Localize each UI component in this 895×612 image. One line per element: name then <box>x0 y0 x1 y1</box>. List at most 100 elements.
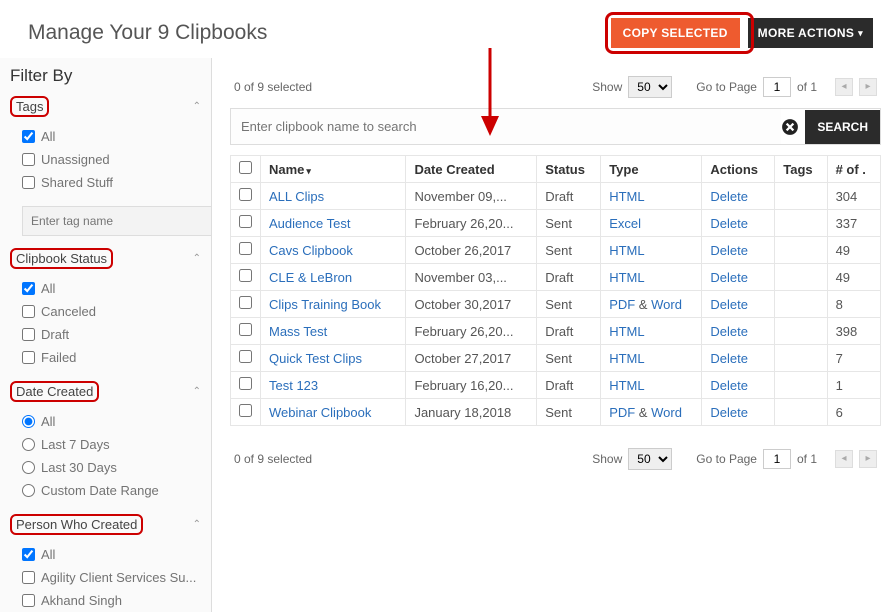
filter-checkbox[interactable] <box>22 594 35 607</box>
delete-link[interactable]: Delete <box>710 378 748 393</box>
clipbook-name-link[interactable]: Clips Training Book <box>269 297 381 312</box>
col-type[interactable]: Type <box>601 156 702 183</box>
chevron-up-icon: ⌃ <box>193 386 201 397</box>
prev-page-button-bottom[interactable]: ◂ <box>835 450 853 468</box>
page-size-select[interactable]: 50 <box>628 76 672 98</box>
filter-option[interactable]: Last 30 Days <box>22 456 201 479</box>
filter-checkbox[interactable] <box>22 328 35 341</box>
type-link[interactable]: Word <box>651 297 682 312</box>
type-link[interactable]: HTML <box>609 324 644 339</box>
row-checkbox[interactable] <box>239 269 252 282</box>
delete-link[interactable]: Delete <box>710 243 748 258</box>
copy-selected-button[interactable]: COPY SELECTED <box>611 18 740 48</box>
filter-option[interactable]: All <box>22 543 201 566</box>
clipbook-name-link[interactable]: Mass Test <box>269 324 327 339</box>
col-status[interactable]: Status <box>537 156 601 183</box>
clipbook-name-link[interactable]: Quick Test Clips <box>269 351 362 366</box>
filter-checkbox[interactable] <box>22 571 35 584</box>
type-link[interactable]: PDF <box>609 405 635 420</box>
filter-radio[interactable] <box>22 484 35 497</box>
clear-search-icon[interactable] <box>781 118 799 136</box>
next-page-button-bottom[interactable]: ▸ <box>859 450 877 468</box>
delete-link[interactable]: Delete <box>710 297 748 312</box>
filter-checkbox[interactable] <box>22 305 35 318</box>
type-link[interactable]: Word <box>651 405 682 420</box>
filter-option[interactable]: All <box>22 277 201 300</box>
filter-checkbox[interactable] <box>22 282 35 295</box>
row-checkbox[interactable] <box>239 323 252 336</box>
search-input[interactable] <box>231 109 781 144</box>
filter-checkbox[interactable] <box>22 548 35 561</box>
filter-checkbox[interactable] <box>22 130 35 143</box>
filter-section-person[interactable]: Person Who Created ⌃ <box>0 510 211 539</box>
filter-checkbox[interactable] <box>22 153 35 166</box>
page-size-select-bottom[interactable]: 50 <box>628 448 672 470</box>
table-row: Cavs ClipbookOctober 26,2017SentHTMLDele… <box>231 237 881 264</box>
clipbook-name-link[interactable]: Audience Test <box>269 216 350 231</box>
select-all-checkbox[interactable] <box>239 161 252 174</box>
cell-date: January 18,2018 <box>406 399 537 426</box>
row-checkbox[interactable] <box>239 404 252 417</box>
filter-option[interactable]: Last 7 Days <box>22 433 201 456</box>
type-link[interactable]: HTML <box>609 243 644 258</box>
col-actions[interactable]: Actions <box>702 156 775 183</box>
type-link[interactable]: HTML <box>609 270 644 285</box>
delete-link[interactable]: Delete <box>710 189 748 204</box>
delete-link[interactable]: Delete <box>710 405 748 420</box>
filter-option[interactable]: Shared Stuff <box>22 171 201 194</box>
page-number-input-bottom[interactable] <box>763 449 791 469</box>
clipbook-name-link[interactable]: Cavs Clipbook <box>269 243 353 258</box>
search-button[interactable]: SEARCH <box>805 110 880 144</box>
more-actions-button[interactable]: MORE ACTIONS ▾ <box>748 18 873 48</box>
filter-option[interactable]: Unassigned <box>22 148 201 171</box>
filter-option[interactable]: Failed <box>22 346 201 369</box>
type-link[interactable]: Excel <box>609 216 641 231</box>
prev-page-button[interactable]: ◂ <box>835 78 853 96</box>
clipbook-name-link[interactable]: Test 123 <box>269 378 318 393</box>
filter-option[interactable]: Draft <box>22 323 201 346</box>
cell-date: November 09,... <box>406 183 537 210</box>
row-checkbox[interactable] <box>239 350 252 363</box>
chevron-down-icon: ▾ <box>858 28 863 39</box>
delete-link[interactable]: Delete <box>710 270 748 285</box>
filter-option[interactable]: Custom Date Range <box>22 479 201 502</box>
type-link[interactable]: PDF <box>609 297 635 312</box>
filter-option[interactable]: All <box>22 125 201 148</box>
page-number-input[interactable] <box>763 77 791 97</box>
filter-option[interactable]: Akhand Singh <box>22 589 201 612</box>
row-checkbox[interactable] <box>239 377 252 390</box>
filter-option[interactable]: All <box>22 410 201 433</box>
cell-type: PDF & Word <box>601 399 702 426</box>
clipbook-name-link[interactable]: CLE & LeBron <box>269 270 352 285</box>
filter-checkbox[interactable] <box>22 351 35 364</box>
type-link[interactable]: HTML <box>609 189 644 204</box>
type-link[interactable]: HTML <box>609 351 644 366</box>
clipbook-name-link[interactable]: ALL Clips <box>269 189 324 204</box>
filter-section-status[interactable]: Clipbook Status ⌃ <box>0 244 211 273</box>
filter-radio[interactable] <box>22 415 35 428</box>
next-page-button[interactable]: ▸ <box>859 78 877 96</box>
filter-section-date[interactable]: Date Created ⌃ <box>0 377 211 406</box>
filter-radio[interactable] <box>22 461 35 474</box>
col-tags[interactable]: Tags <box>775 156 827 183</box>
type-link[interactable]: HTML <box>609 378 644 393</box>
delete-link[interactable]: Delete <box>710 216 748 231</box>
row-checkbox[interactable] <box>239 242 252 255</box>
tag-name-input[interactable] <box>22 206 212 236</box>
filter-radio[interactable] <box>22 438 35 451</box>
col-count[interactable]: # of . <box>827 156 880 183</box>
row-checkbox[interactable] <box>239 215 252 228</box>
section-label: Tags <box>16 99 43 114</box>
col-date[interactable]: Date Created <box>406 156 537 183</box>
filter-option[interactable]: Canceled <box>22 300 201 323</box>
clipbooks-table: Name▾ Date Created Status Type Actions T… <box>230 155 881 426</box>
delete-link[interactable]: Delete <box>710 351 748 366</box>
col-name[interactable]: Name▾ <box>261 156 406 183</box>
row-checkbox[interactable] <box>239 188 252 201</box>
filter-section-tags[interactable]: Tags ⌃ <box>0 92 211 121</box>
filter-option[interactable]: Agility Client Services Su... <box>22 566 201 589</box>
delete-link[interactable]: Delete <box>710 324 748 339</box>
filter-checkbox[interactable] <box>22 176 35 189</box>
clipbook-name-link[interactable]: Webinar Clipbook <box>269 405 371 420</box>
row-checkbox[interactable] <box>239 296 252 309</box>
